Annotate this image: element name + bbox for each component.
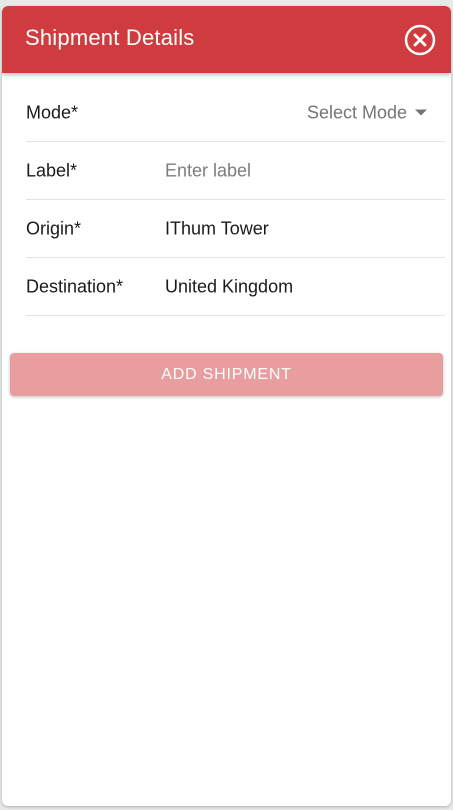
mode-label: Mode* (26, 102, 79, 122)
close-button[interactable] (404, 24, 436, 56)
caret-down-icon (415, 109, 427, 116)
label-field-label: Label* (26, 160, 78, 180)
origin-label: Origin* (26, 218, 82, 238)
destination-row: Destination* (26, 258, 445, 316)
close-circle-icon (404, 24, 436, 56)
add-shipment-button[interactable]: ADD SHIPMENT (10, 353, 443, 396)
destination-label: Destination* (26, 276, 124, 296)
label-input[interactable] (165, 160, 425, 181)
destination-input[interactable] (165, 276, 425, 297)
page-title: Shipment Details (25, 25, 195, 50)
shipment-details-panel: Shipment Details Mode* Select Mode Label… (2, 6, 451, 806)
label-row: Label* (26, 142, 445, 200)
mode-row: Mode* Select Mode (26, 84, 445, 142)
mode-select-value: Select Mode (306, 102, 407, 122)
mode-select[interactable]: Select Mode (307, 102, 427, 123)
origin-input[interactable] (165, 218, 425, 239)
panel-header: Shipment Details (2, 6, 451, 73)
shipment-form: Mode* Select Mode Label* Origin* Destina… (26, 84, 445, 316)
origin-row: Origin* (26, 200, 445, 258)
